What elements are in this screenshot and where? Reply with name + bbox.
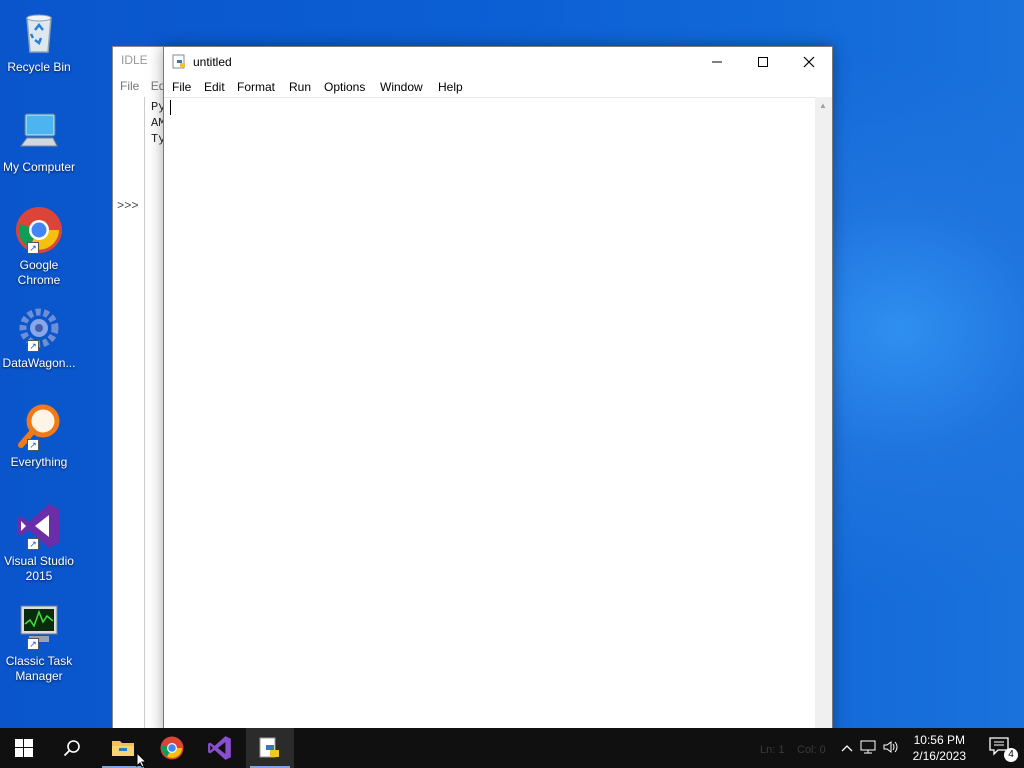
taskbar-python-idle[interactable]: [246, 728, 294, 768]
datawagon-gear-icon: ↗: [15, 304, 63, 352]
desktop-icon-label: Visual Studio 2015: [4, 554, 74, 583]
search-button[interactable]: [48, 728, 96, 768]
shell-gutter: >>>: [113, 97, 145, 735]
chrome-icon: ↗: [15, 206, 63, 254]
scroll-up-arrow-icon[interactable]: ▲: [819, 101, 827, 110]
minimize-icon: [712, 61, 722, 63]
clock[interactable]: 10:56 PM 2/16/2023: [913, 732, 966, 764]
maximize-icon: [758, 57, 768, 67]
desktop-icon-everything[interactable]: ↗ Everything: [2, 403, 76, 470]
mouse-cursor-icon: [136, 752, 148, 768]
chrome-icon: [160, 736, 184, 760]
shortcut-arrow-icon: ↗: [27, 439, 39, 451]
network-icon[interactable]: [856, 740, 880, 757]
window-title: untitled: [193, 55, 232, 69]
editor-status-col: Col: 0: [797, 744, 826, 756]
search-icon: [63, 740, 80, 757]
window-title: IDLE: [121, 53, 148, 67]
editor-window[interactable]: untitled File Edit Format Run Options Wi…: [163, 46, 833, 736]
desktop-icon-label: Google Chrome: [17, 258, 61, 287]
taskbar: Ln: 1 Col: 0 10:56 PM 2/16/2023 4: [0, 728, 1024, 768]
menu-run[interactable]: Run: [289, 80, 311, 94]
shell-prompt: >>>: [117, 199, 139, 213]
menu-help[interactable]: Help: [438, 80, 463, 94]
desktop-icon-my-computer[interactable]: My Computer: [2, 108, 76, 175]
notification-count-badge: 4: [1004, 748, 1018, 762]
desktop-icon-label: My Computer: [2, 160, 76, 174]
visual-studio-icon: [208, 736, 231, 760]
desktop-icon-google-chrome[interactable]: ↗ Google Chrome: [2, 206, 76, 288]
system-tray: [838, 728, 902, 768]
maximize-button[interactable]: [740, 47, 786, 77]
menubar: File Edit Format Run Options Window Help: [164, 77, 832, 97]
menu-format[interactable]: Format: [237, 80, 275, 94]
minimize-button[interactable]: [694, 47, 740, 77]
chevron-up-icon[interactable]: [838, 741, 856, 755]
code-editor-area[interactable]: [164, 97, 815, 735]
task-manager-icon: ↗: [15, 602, 63, 650]
taskbar-visual-studio[interactable]: [196, 728, 244, 768]
desktop-icon-datawagon[interactable]: ↗ DataWagon...: [2, 304, 76, 371]
menu-file[interactable]: File: [120, 79, 139, 93]
editor-status-line: Ln: 1: [760, 744, 785, 756]
clock-date: 2/16/2023: [912, 749, 966, 763]
clock-time: 10:56 PM: [913, 733, 965, 747]
shortcut-arrow-icon: ↗: [27, 538, 39, 550]
computer-icon: [15, 108, 63, 156]
desktop-icon-recycle-bin[interactable]: Recycle Bin: [2, 8, 76, 75]
menu-options[interactable]: Options: [324, 80, 365, 94]
desktop-icon-visual-studio[interactable]: ↗ Visual Studio 2015: [2, 502, 76, 584]
close-icon: [803, 56, 815, 68]
start-button[interactable]: [0, 728, 48, 768]
desktop-icon-classic-task-manager[interactable]: ↗ Classic Task Manager: [2, 602, 76, 684]
close-button[interactable]: [786, 47, 832, 77]
shortcut-arrow-icon: ↗: [27, 340, 39, 352]
menu-window[interactable]: Window: [380, 80, 423, 94]
desktop-icon-label: DataWagon...: [2, 356, 76, 370]
python-icon: [172, 54, 188, 70]
folder-icon: [112, 741, 134, 756]
recycle-bin-icon: [15, 8, 63, 56]
shortcut-arrow-icon: ↗: [27, 638, 39, 650]
shortcut-arrow-icon: ↗: [27, 242, 39, 254]
python-idle-icon: [259, 737, 279, 758]
taskbar-chrome[interactable]: [148, 728, 196, 768]
desktop-icon-label: Recycle Bin: [7, 60, 71, 74]
title-bar[interactable]: untitled: [164, 47, 832, 77]
desktop-icon-label: Classic Task Manager: [5, 654, 73, 683]
menu-edit[interactable]: Edit: [204, 80, 225, 94]
text-cursor: [170, 100, 171, 115]
desktop-icon-label: Everything: [10, 455, 68, 469]
everything-search-icon: ↗: [15, 403, 63, 451]
volume-icon[interactable]: [880, 740, 902, 757]
windows-logo-icon: [15, 739, 33, 757]
action-center-button[interactable]: 4: [988, 736, 1018, 762]
menu-file[interactable]: File: [172, 80, 191, 94]
vertical-scrollbar[interactable]: ▲: [815, 97, 832, 735]
visual-studio-icon: ↗: [15, 502, 63, 550]
